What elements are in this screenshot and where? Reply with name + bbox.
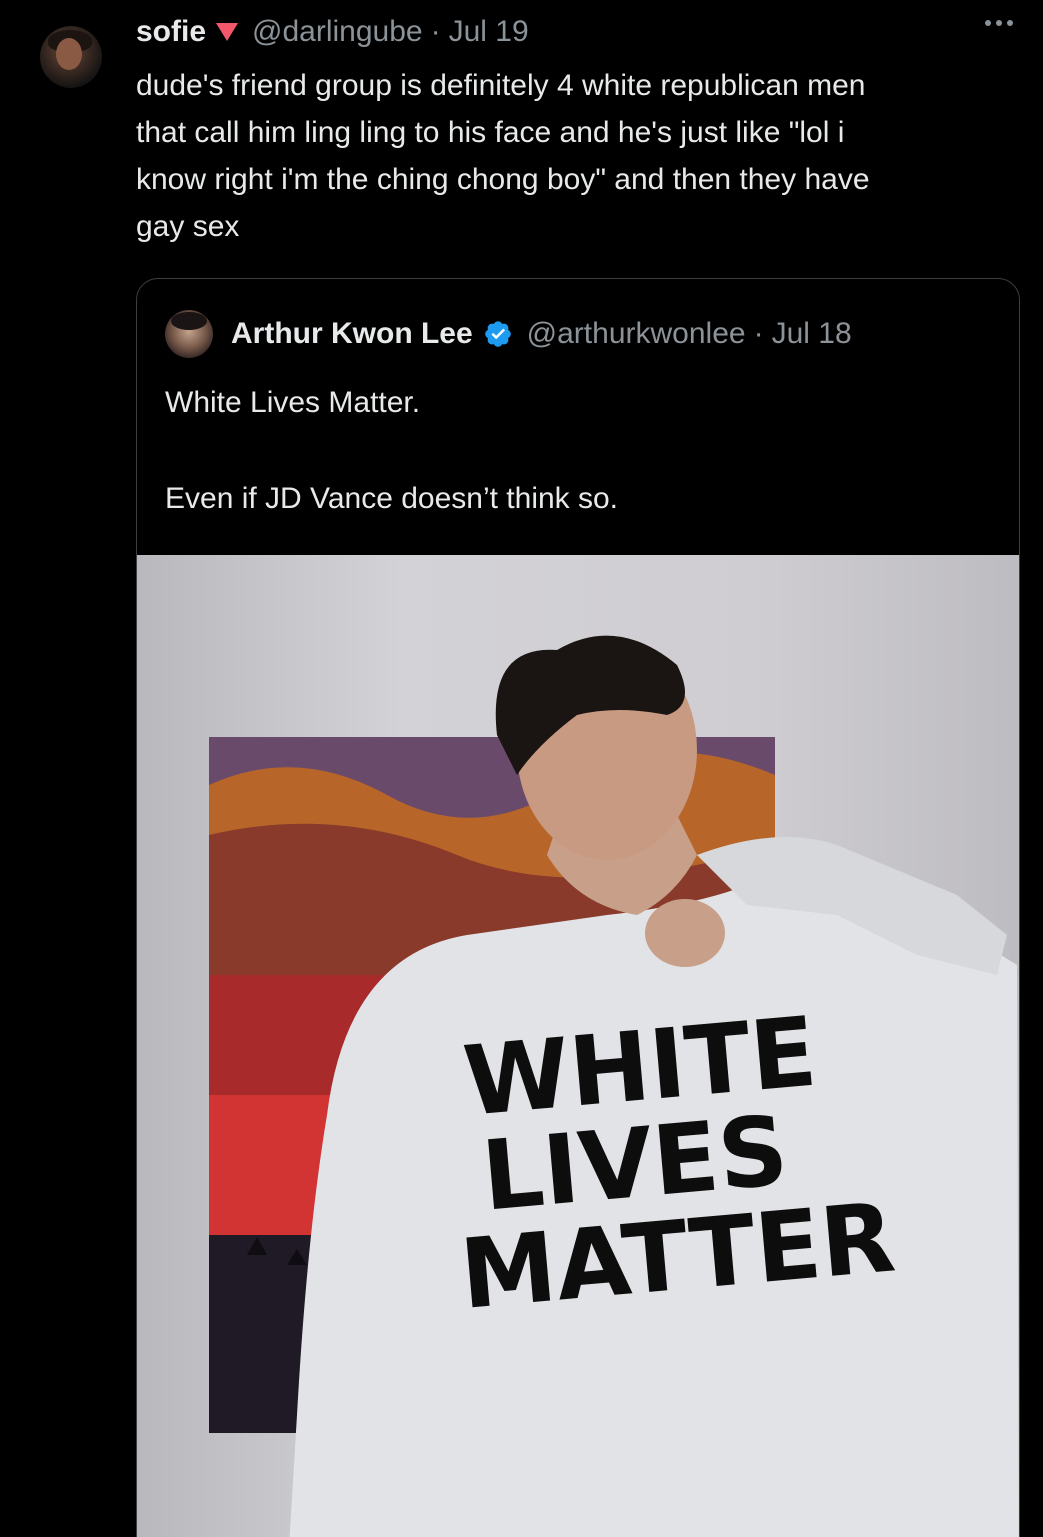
author-handle[interactable]: @darlingube (252, 15, 423, 49)
quoted-tweet[interactable]: Arthur Kwon Lee @arthurkwonlee · Jul 18 … (136, 278, 1020, 1537)
quoted-tweet-header: Arthur Kwon Lee @arthurkwonlee · Jul 18 (165, 309, 852, 359)
photo-scene: WHITE LIVES MATTER (209, 635, 1019, 1537)
avatar-face (56, 38, 82, 70)
quoted-author-name[interactable]: Arthur Kwon Lee (231, 317, 473, 351)
more-dot (1007, 20, 1013, 26)
author-name[interactable]: sofie (136, 15, 206, 49)
quoted-tweet-date[interactable]: Jul 18 (772, 317, 852, 351)
tweet-date[interactable]: Jul 19 (449, 15, 529, 49)
triangle-badge-icon (216, 23, 239, 41)
quoted-author-avatar[interactable] (165, 310, 213, 358)
header-separator: · (430, 15, 441, 48)
more-dot (996, 20, 1002, 26)
quoted-tweet-text: White Lives Matter. Even if JD Vance doe… (165, 386, 619, 515)
quoted-header-separator: · (753, 317, 764, 350)
more-dot (985, 20, 991, 26)
tweet-text: dude's friend group is definitely 4 whit… (136, 69, 870, 243)
tweet-photo[interactable]: WHITE LIVES MATTER (137, 555, 1019, 1537)
quoted-author-handle[interactable]: @arthurkwonlee (527, 317, 746, 351)
author-avatar[interactable] (40, 26, 102, 88)
more-horizontal-icon[interactable] (985, 20, 1013, 26)
tweet-header: sofie @darlingube · Jul 19 (136, 12, 529, 52)
verified-badge-icon (484, 321, 511, 347)
tweet[interactable]: sofie @darlingube · Jul 19 dude's friend… (0, 0, 1043, 1537)
